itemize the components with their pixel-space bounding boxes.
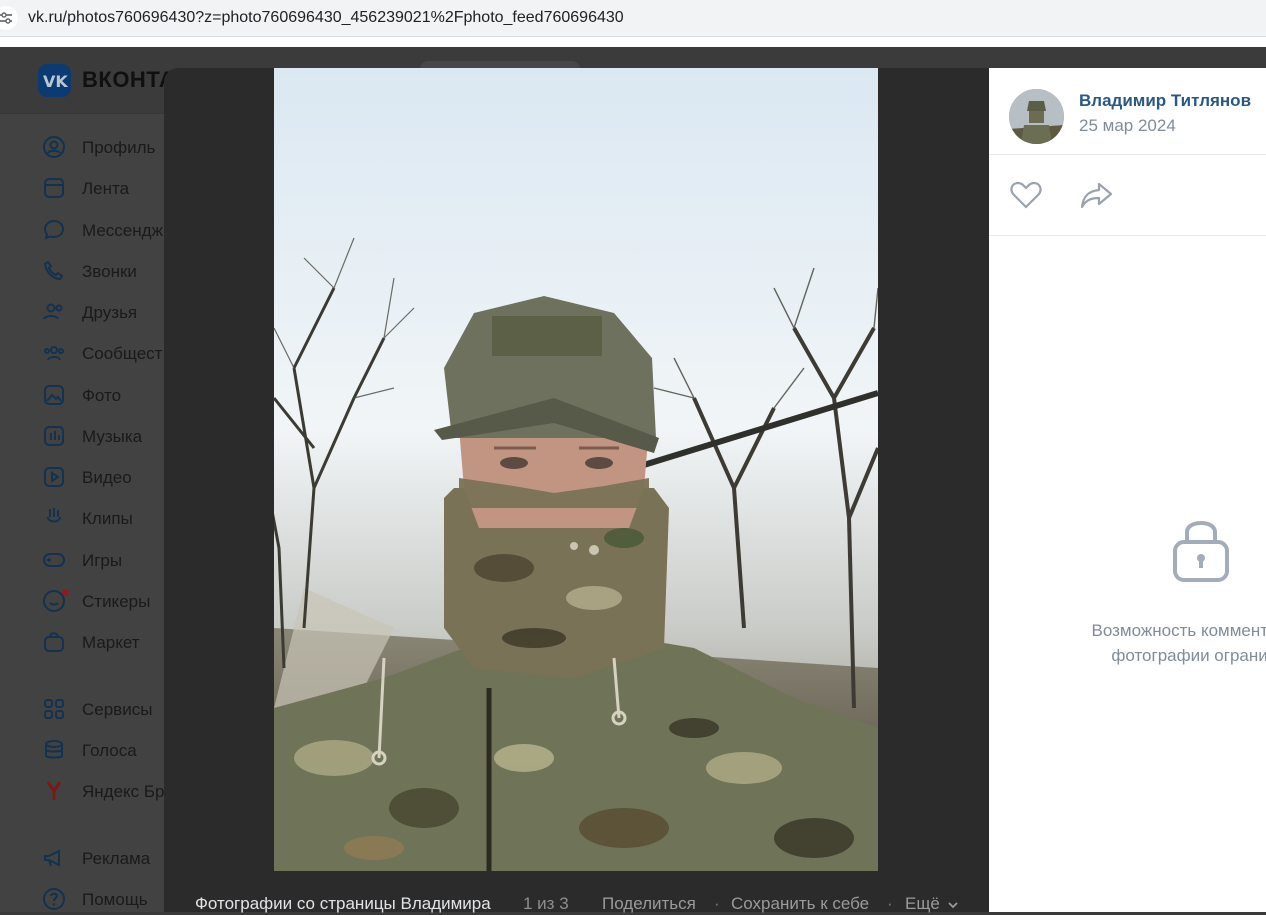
more-label: Ещё [905, 894, 940, 913]
photo-viewer: Фотографии со страницы Владимира 1 из 3 … [164, 68, 1266, 914]
sidebar-item-label: Маркет [82, 633, 140, 652]
author-name-link[interactable]: Владимир Титлянов [1079, 91, 1251, 111]
chevron-down-icon [947, 902, 958, 909]
photo-image[interactable] [274, 68, 878, 871]
help-icon [43, 888, 65, 910]
yandex-icon [46, 781, 62, 800]
save-to-album-link[interactable]: Сохранить к себе [731, 894, 869, 914]
share-link[interactable]: Поделиться [602, 894, 696, 914]
url-field[interactable]: vk.ru/photos760696430?z=photo760696430_4… [28, 9, 624, 27]
vk-logo-icon[interactable]: VK [38, 64, 71, 97]
browser-divider [0, 37, 1266, 47]
sidebar-item-label: Игры [82, 551, 123, 570]
share-arrow-icon[interactable] [1079, 180, 1115, 210]
sidebar-item-label: Помощь [82, 890, 148, 909]
avatar-image [1009, 89, 1064, 144]
phone-icon [43, 260, 64, 281]
feed-icon [44, 178, 64, 198]
sidebar-item-label: Голоса [82, 741, 137, 760]
games-icon [43, 553, 65, 567]
lock-icon [1173, 521, 1229, 582]
music-icon [44, 426, 64, 446]
photo-date: 25 мар 2024 [1079, 116, 1176, 135]
photo-info-panel: Владимир Титлянов 25 мар 2024 Возможност… [989, 68, 1266, 912]
sidebar-item-label: Лента [82, 179, 130, 198]
sidebar-item-label: Друзья [82, 303, 138, 322]
vk-brand-text[interactable]: ВКОНТА [82, 67, 175, 93]
photo-counter: 1 из 3 [523, 894, 569, 913]
more-menu-button[interactable]: Ещё [905, 894, 959, 914]
sidebar-item-label: Реклама [82, 849, 151, 868]
friends-icon [43, 303, 63, 320]
communities-icon [44, 346, 64, 361]
avatar[interactable] [1009, 89, 1064, 144]
comments-disabled-line: Возможность комментиро [1091, 621, 1266, 640]
separator: · [714, 894, 720, 913]
separator: · [887, 894, 893, 913]
selfie-photo-illustration [274, 68, 878, 871]
services-icon [44, 699, 64, 719]
site-settings-icon[interactable] [0, 6, 18, 30]
sidebar-item-label: Сервисы [82, 700, 153, 719]
sidebar-item-label: Сообщест [82, 344, 163, 363]
sidebar-item-label: Звонки [82, 262, 137, 281]
viewer-bottom-bar: Фотографии со страницы Владимира 1 из 3 … [164, 888, 989, 914]
profile-icon [43, 136, 65, 158]
sidebar-item-label: Видео [82, 468, 132, 487]
ads-icon [44, 849, 60, 867]
divider [989, 154, 1266, 155]
browser-address-bar: vk.ru/photos760696430?z=photo760696430_4… [0, 0, 1266, 37]
messenger-icon [43, 219, 65, 240]
sidebar-item-label: Профиль [82, 138, 156, 157]
sidebar-item-label: Клипы [82, 509, 133, 528]
sidebar-item-label: Стикеры [82, 592, 151, 611]
market-icon [44, 632, 64, 652]
video-icon [44, 467, 64, 487]
sidebar-item-label: Музыка [82, 427, 143, 446]
sidebar-item-label: Мессендж [82, 221, 163, 240]
comments-disabled-message: Возможность комментиро фотографии ограни… [1044, 618, 1266, 668]
album-title-link[interactable]: Фотографии со страницы Владимира [195, 894, 491, 914]
clips-icon [47, 508, 61, 523]
photo-icon [44, 385, 64, 405]
sidebar-item-label: Фото [82, 386, 122, 405]
notification-dot [62, 589, 69, 596]
votes-icon [45, 740, 63, 759]
like-heart-icon[interactable] [1009, 180, 1043, 210]
sidebar-item-label: Яндекс Бр [82, 782, 165, 801]
divider [989, 235, 1266, 236]
comments-disabled-line: фотографии огранич [1111, 646, 1266, 665]
